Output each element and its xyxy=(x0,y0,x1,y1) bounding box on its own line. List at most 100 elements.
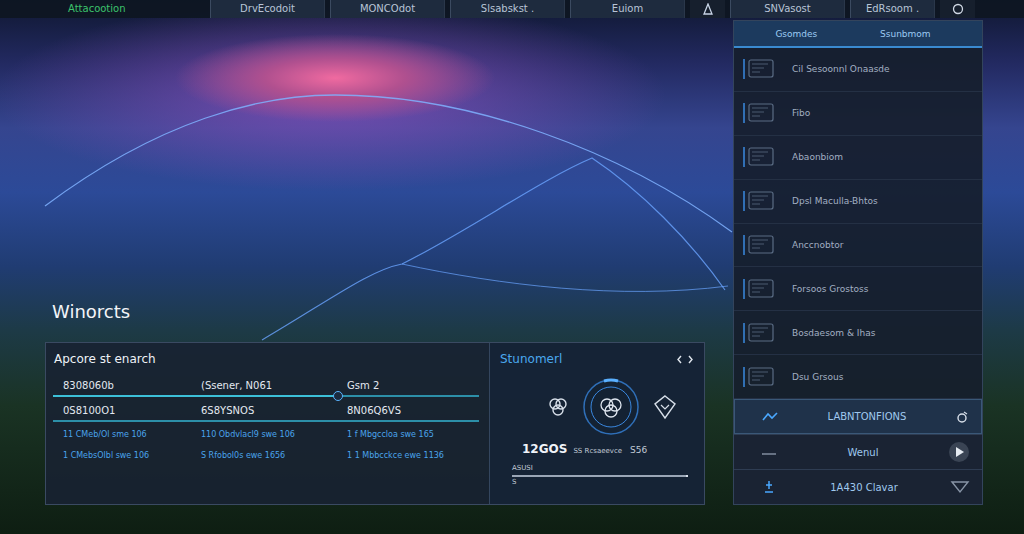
device-item[interactable]: Abaonbiom xyxy=(734,136,982,180)
console-title: Apcore st enarch xyxy=(51,343,479,374)
ring-icon[interactable] xyxy=(955,410,969,424)
device-label: Dpsl Maculla-Bhtos xyxy=(792,196,878,206)
device-label: Abaonbiom xyxy=(792,152,843,162)
chevron-down-icon[interactable] xyxy=(950,479,970,495)
range-label: ASUSI xyxy=(512,464,688,472)
stunomerl-icons xyxy=(500,372,694,440)
table-cell: 0S8100O1 xyxy=(63,405,201,416)
collapse-icon xyxy=(761,410,779,424)
main: Winorcts Apcore st enarch 8308060b(Ssene… xyxy=(0,18,1024,534)
reading-value: 12GOS xyxy=(522,442,567,456)
table-cell: (Ssener, N061 xyxy=(201,380,347,391)
user-button[interactable] xyxy=(690,0,725,18)
stunomerl-title: Stunomerl xyxy=(500,352,562,366)
device-icon xyxy=(742,188,778,214)
action-label: 1A430 Clavar xyxy=(788,482,940,493)
chevron-right-icon[interactable] xyxy=(687,355,694,364)
device-label: Bosdaesom & Ihas xyxy=(792,328,875,338)
top-nav-item[interactable]: DrvEcodoit xyxy=(210,0,325,18)
dial-icon[interactable] xyxy=(582,378,640,436)
table-cell: 1 1 Mbbcckce ewe 1136 xyxy=(347,451,475,460)
action-label: LABNTONFIONS xyxy=(789,411,945,422)
knot-icon[interactable] xyxy=(546,395,570,419)
top-nav: DrvEcodoit MONCOdot Slsabskst . Euiom SNVas… xyxy=(210,0,975,18)
row-rule xyxy=(53,420,479,422)
action-row[interactable]: 1A430 Clavar xyxy=(734,469,982,504)
side-tab[interactable]: Gsomdes xyxy=(775,29,817,39)
slider-knob[interactable] xyxy=(333,391,343,401)
stunomerl-header: Stunomerl xyxy=(500,343,694,372)
device-icon xyxy=(742,56,778,82)
top-nav-item[interactable]: Slsabskst . xyxy=(450,0,565,18)
stunomerl-panel: Stunomerl 12GOS SS Rcsaeevce S56 ASUSI S xyxy=(489,343,704,504)
range-track[interactable] xyxy=(512,475,688,477)
top-bar: Attacootion DrvEcodoit MONCOdot Slsabskst … xyxy=(0,0,1024,18)
device-item[interactable]: Dsu Grsous xyxy=(734,355,982,399)
table-cell: 1 f Mbgccloa swe 165 xyxy=(347,430,475,439)
action-list: LABNTONFIONS Wenul 1A430 Clavar xyxy=(734,399,982,504)
console-panel: Apcore st enarch 8308060b(Ssener, N061Gs… xyxy=(45,342,705,505)
device-label: Fibo xyxy=(792,108,810,118)
device-icon xyxy=(742,100,778,126)
person-icon xyxy=(703,3,713,15)
action-row[interactable]: Wenul xyxy=(734,434,982,469)
device-item[interactable]: Forsoos Grostoss xyxy=(734,267,982,311)
badge-icon[interactable] xyxy=(652,394,678,420)
pager xyxy=(676,355,694,364)
device-list: Cil Sesoonnl Onaasde Fibo Abaonbiom Dpsl… xyxy=(734,48,982,399)
top-nav-item[interactable]: EdRsoom . xyxy=(850,0,935,18)
reading-unit: S56 xyxy=(630,445,647,455)
table-cell: S Rfobol0s ewe 1656 xyxy=(201,451,347,460)
device-icon xyxy=(742,364,778,390)
pin-icon xyxy=(760,479,778,495)
range-value: S xyxy=(512,478,688,486)
screen: Attacootion DrvEcodoit MONCOdot Slsabskst … xyxy=(0,0,1024,534)
page-title: Winorcts xyxy=(52,301,705,322)
top-nav-item[interactable]: MONCOdot xyxy=(330,0,445,18)
table-cell: 6S8YSNOS xyxy=(201,405,347,416)
device-label: Cil Sesoonnl Onaasde xyxy=(792,64,890,74)
device-icon xyxy=(742,276,778,302)
action-row[interactable]: LABNTONFIONS xyxy=(734,399,982,434)
circle-icon xyxy=(952,3,964,15)
row-slider[interactable] xyxy=(53,395,479,397)
top-nav-item[interactable]: SNVasost xyxy=(730,0,845,18)
table-cell: Gsm 2 xyxy=(347,380,475,391)
brand[interactable]: Attacootion xyxy=(0,0,210,18)
slider-fill xyxy=(53,395,338,397)
device-label: Forsoos Grostoss xyxy=(792,284,868,294)
device-item[interactable]: Bosdaesom & Ihas xyxy=(734,311,982,355)
device-label: Anccnobtor xyxy=(792,240,843,250)
stunomerl-readings: 12GOS SS Rcsaeevce S56 xyxy=(500,440,694,462)
reading-caption: SS Rcsaeevce xyxy=(573,447,622,455)
device-item[interactable]: Dpsl Maculla-Bhtos xyxy=(734,180,982,224)
table-row[interactable]: 8308060b(Ssener, N061Gsm 2 xyxy=(51,374,479,399)
table-row[interactable]: 11 CMeb/Ol sme 106110 Obdvlacl9 swe 1061… xyxy=(51,424,479,445)
device-label: Dsu Grsous xyxy=(792,372,843,382)
search-table: Apcore st enarch 8308060b(Ssener, N061Gs… xyxy=(46,343,489,504)
settings-button[interactable] xyxy=(940,0,975,18)
device-item[interactable]: Cil Sesoonnl Onaasde xyxy=(734,48,982,92)
table-cell: 1 CMebsOlbl swe 106 xyxy=(63,451,201,460)
side-panel: Gsomdes Ssunbmom Cil Sesoonnl Onaasde Fib… xyxy=(733,20,983,505)
stage: Winorcts Apcore st enarch 8308060b(Ssene… xyxy=(0,18,733,534)
device-icon xyxy=(742,320,778,346)
device-icon xyxy=(742,144,778,170)
play-icon[interactable] xyxy=(948,441,970,463)
table-cell: 8N06Q6VS xyxy=(347,405,475,416)
table-cell: 110 Obdvlacl9 swe 106 xyxy=(201,430,347,439)
device-item[interactable]: Anccnobtor xyxy=(734,224,982,268)
range-field[interactable]: ASUSI S xyxy=(500,462,694,486)
side-tab[interactable]: Ssunbmom xyxy=(880,29,931,39)
table-row[interactable]: 0S8100O16S8YSNOS8N06Q6VS xyxy=(51,399,479,424)
side-tabs: Gsomdes Ssunbmom xyxy=(734,21,982,48)
table-cell: 11 CMeb/Ol sme 106 xyxy=(63,430,201,439)
wave-icon xyxy=(760,445,778,459)
top-nav-item[interactable]: Euiom xyxy=(570,0,685,18)
table-cell: 8308060b xyxy=(63,380,201,391)
device-item[interactable]: Fibo xyxy=(734,92,982,136)
chevron-left-icon[interactable] xyxy=(676,355,683,364)
table-row[interactable]: 1 CMebsOlbl swe 106S Rfobol0s ewe 16561 … xyxy=(51,445,479,466)
action-label: Wenul xyxy=(788,447,938,458)
range-fill xyxy=(512,475,686,477)
